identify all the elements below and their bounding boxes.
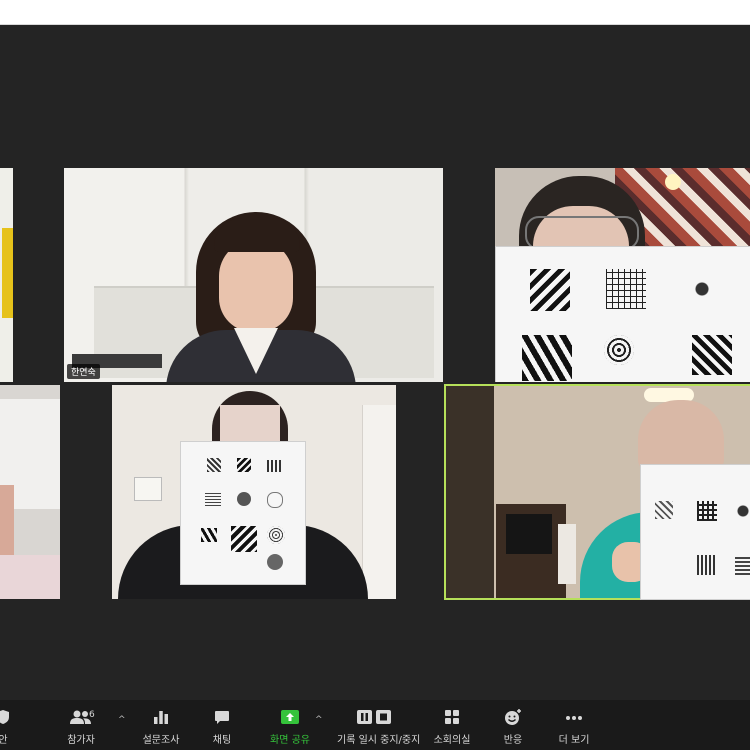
share-options-chevron-up-icon[interactable]: ^	[315, 715, 323, 725]
pattern-tile	[522, 335, 572, 381]
more-label: 더 보기	[558, 735, 590, 746]
door	[362, 405, 396, 599]
more-button[interactable]: 더 보기	[537, 708, 611, 746]
tv	[506, 514, 552, 554]
chat-icon	[214, 709, 230, 728]
cushion	[0, 555, 60, 599]
pattern-tile	[682, 269, 722, 309]
pattern-tile	[201, 528, 217, 542]
pause-stop-icon	[356, 709, 392, 728]
pattern-tile	[606, 269, 646, 309]
video-tile-partial-bottom-left[interactable]	[0, 385, 60, 599]
pattern-tile	[655, 501, 673, 519]
record-label: 기록 일시 중지/중지	[337, 735, 421, 746]
pattern-tile	[267, 526, 285, 544]
pattern-tile	[205, 492, 221, 506]
pattern-tile	[530, 269, 570, 311]
yellow-object	[2, 228, 13, 318]
bar-chart-icon	[153, 709, 169, 728]
participant-count-badge: 6	[89, 710, 95, 720]
window-top-bar	[0, 0, 750, 25]
record-pause-stop-button[interactable]: 기록 일시 중지/중지	[337, 708, 421, 746]
participants-label: 참가자	[67, 735, 95, 746]
pattern-tile	[735, 501, 750, 521]
arm	[0, 485, 14, 555]
meeting-toolbar: 안 6 참가자 ^ 설문조사 채팅 화면 공유 ^ 기록 일시 중지/중지 소회…	[0, 700, 750, 750]
video-tile-bottom-right-active[interactable]	[444, 384, 750, 600]
ellipsis-icon	[565, 713, 583, 724]
pattern-tile	[697, 501, 717, 521]
chat-label: 채팅	[212, 735, 232, 746]
video-tile-bottom-middle[interactable]	[112, 385, 396, 599]
glasses-icon	[525, 216, 639, 250]
chat-button[interactable]: 채팅	[185, 708, 259, 746]
emoji-icon	[504, 708, 522, 729]
pattern-tile	[231, 526, 257, 552]
zentangle-sheet	[495, 246, 750, 382]
pattern-tile	[207, 458, 221, 472]
pattern-tile	[267, 554, 283, 570]
zentangle-sheet	[640, 464, 750, 600]
share-screen-button[interactable]: 화면 공유	[253, 708, 327, 746]
shield-icon	[0, 709, 10, 728]
pattern-tile	[267, 492, 283, 508]
host-face	[219, 240, 293, 332]
video-tile-partial-left[interactable]	[0, 168, 13, 382]
pattern-tile	[604, 335, 634, 365]
share-screen-icon	[280, 709, 300, 728]
participants-button[interactable]: 6 참가자	[44, 708, 118, 746]
participant-face-blur	[638, 400, 724, 470]
pattern-tile	[692, 335, 732, 375]
video-tile-host[interactable]: 한연숙	[64, 168, 443, 382]
thermostat	[134, 477, 162, 501]
pillar	[558, 524, 576, 584]
grid-icon	[444, 709, 460, 728]
lamp-light	[665, 174, 681, 190]
security-label: 안	[0, 735, 8, 746]
host-bangs	[214, 218, 300, 252]
pattern-tile	[237, 458, 251, 472]
participant-face-blur	[220, 405, 280, 445]
share-screen-label: 화면 공유	[270, 735, 310, 746]
participant-name-host: 한연숙	[67, 364, 100, 379]
zentangle-sheet	[180, 441, 306, 585]
video-tile-top-right[interactable]	[495, 168, 750, 382]
security-button[interactable]: 안	[0, 708, 40, 746]
pattern-tile	[735, 555, 750, 575]
pattern-tile	[697, 555, 717, 575]
pattern-tile	[267, 460, 281, 472]
pattern-tile	[237, 492, 251, 506]
